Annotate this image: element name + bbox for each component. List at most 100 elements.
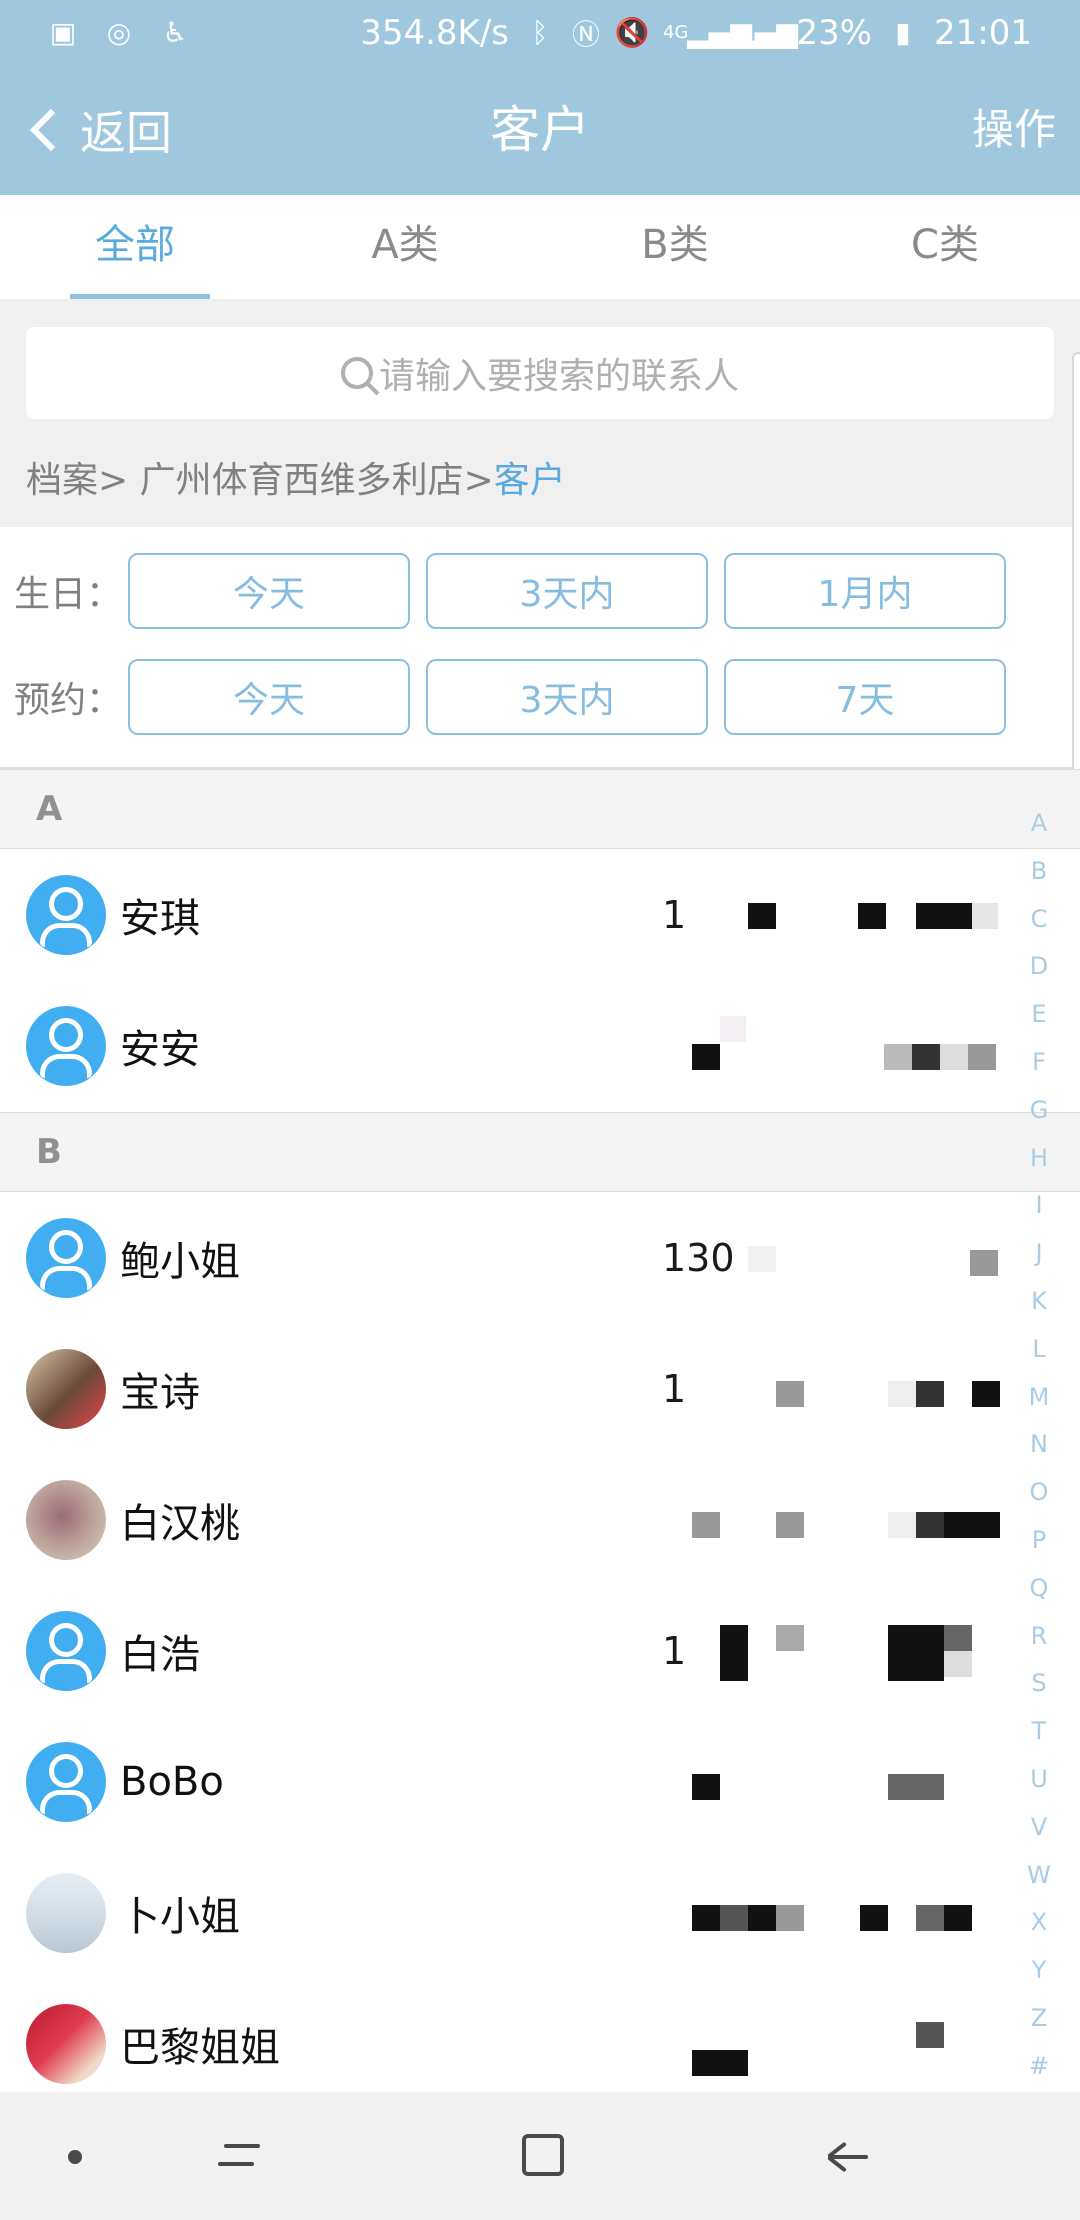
default-user-icon xyxy=(26,874,106,955)
contact-row[interactable]: 白浩 1 xyxy=(0,1585,1020,1716)
index-letter[interactable]: J xyxy=(1035,1230,1042,1278)
index-letter[interactable]: F xyxy=(1032,1039,1046,1087)
index-letter[interactable]: Q xyxy=(1030,1565,1049,1613)
search-area: 请输入要搜索的联系人 档案> 广州体育西维多利店>客户 xyxy=(0,299,1080,527)
breadcrumb: 档案> 广州体育西维多利店>客户 xyxy=(26,451,566,503)
index-letter[interactable]: C xyxy=(1031,896,1048,944)
home-icon[interactable] xyxy=(522,2134,564,2176)
network-type: 4G xyxy=(663,22,689,43)
contact-name: BoBo xyxy=(120,1758,224,1805)
birthday-3days-button[interactable]: 3天内 xyxy=(426,553,708,629)
contact-photo-avatar xyxy=(26,2003,106,2084)
index-letter[interactable]: I xyxy=(1035,1182,1042,1230)
system-nav-bar xyxy=(0,2092,1080,2220)
scrollbar[interactable] xyxy=(1072,352,1080,812)
phone-prefix: 1 xyxy=(662,1629,687,1673)
category-tabs: 全部 A类 B类 C类 xyxy=(0,195,1080,300)
appointment-7days-button[interactable]: 7天 xyxy=(724,659,1006,735)
contact-photo-avatar xyxy=(26,1479,106,1560)
tab-class-a[interactable]: A类 xyxy=(270,195,540,299)
default-user-icon xyxy=(26,1741,106,1822)
action-button[interactable]: 操作 xyxy=(972,95,1056,165)
contact-name: 白浩 xyxy=(120,1631,200,1678)
contact-phone-redacted xyxy=(662,1488,1002,1550)
index-letter[interactable]: L xyxy=(1032,1326,1045,1374)
contact-name: 宝诗 xyxy=(120,1369,200,1416)
contact-photo-avatar xyxy=(26,1872,106,1953)
battery-percent: 23% xyxy=(796,12,873,53)
index-letter[interactable]: E xyxy=(1031,991,1046,1039)
contact-phone-redacted xyxy=(662,2012,1002,2076)
contact-row[interactable]: 鲍小姐 130 xyxy=(0,1192,1020,1323)
tab-class-b[interactable]: B类 xyxy=(540,195,810,299)
gallery-icon: ▣ xyxy=(49,16,77,49)
index-letter[interactable]: T xyxy=(1032,1708,1047,1756)
appointment-label: 预约： xyxy=(14,680,123,721)
recent-apps-icon[interactable] xyxy=(218,2136,262,2176)
phone-prefix: 130 xyxy=(662,1236,735,1280)
birthday-1month-button[interactable]: 1月内 xyxy=(724,553,1006,629)
contact-row[interactable]: 宝诗 1 xyxy=(0,1323,1020,1454)
battery-icon: ▮ xyxy=(895,16,911,49)
planet-icon: ◎ xyxy=(106,16,132,49)
contact-row[interactable]: 巴黎姐姐 xyxy=(0,1978,1020,2109)
alphabet-index[interactable]: A B C D E F G H I J K L M N O P Q R S T … xyxy=(1024,800,1054,2091)
contact-name: 鲍小姐 xyxy=(120,1238,240,1285)
index-letter[interactable]: X xyxy=(1031,1899,1047,1947)
birthday-today-button[interactable]: 今天 xyxy=(128,553,410,629)
accessibility-icon: ♿ xyxy=(162,16,188,49)
phone-prefix: 1 xyxy=(662,893,687,937)
contact-phone-redacted xyxy=(662,1014,1002,1076)
contact-row[interactable]: 安琪 1 xyxy=(0,849,1020,980)
index-letter[interactable]: A xyxy=(1031,800,1047,848)
section-header-b: B xyxy=(0,1112,1080,1192)
contact-row[interactable]: BoBo xyxy=(0,1716,1020,1847)
mute-icon: 🔇 xyxy=(614,16,650,49)
index-letter[interactable]: Y xyxy=(1032,1947,1047,1995)
index-letter[interactable]: V xyxy=(1031,1804,1047,1852)
contact-name: 安安 xyxy=(120,1026,200,1073)
index-letter[interactable]: B xyxy=(1031,848,1047,896)
index-letter[interactable]: M xyxy=(1029,1374,1050,1422)
search-placeholder: 请输入要搜索的联系人 xyxy=(378,356,739,397)
index-letter[interactable]: H xyxy=(1030,1135,1048,1183)
index-letter[interactable]: N xyxy=(1030,1421,1048,1469)
contact-phone-redacted: 1 xyxy=(662,1357,1002,1419)
search-icon xyxy=(340,357,373,389)
default-user-icon xyxy=(26,1610,106,1691)
tab-class-c[interactable]: C类 xyxy=(810,195,1080,299)
nfc-icon: Ⓝ xyxy=(572,17,601,51)
index-letter[interactable]: P xyxy=(1032,1517,1046,1565)
index-letter[interactable]: S xyxy=(1031,1660,1046,1708)
app-bar: 返回 客户 操作 xyxy=(0,65,1080,195)
contact-row[interactable]: 卜小姐 xyxy=(0,1847,1020,1978)
breadcrumb-current: 客户 xyxy=(493,460,566,501)
contact-row[interactable]: 安安 xyxy=(0,980,1020,1111)
contact-row[interactable]: 白汉桃 xyxy=(0,1454,1020,1585)
contact-name: 巴黎姐姐 xyxy=(120,2024,280,2071)
clock: 21:01 xyxy=(934,12,1032,53)
appointment-today-button[interactable]: 今天 xyxy=(128,659,410,735)
contact-name: 白汉桃 xyxy=(120,1500,240,1547)
appointment-3days-button[interactable]: 3天内 xyxy=(426,659,708,735)
filter-panel: 生日： 今天 3天内 1月内 预约： 今天 3天内 7天 xyxy=(0,527,1080,769)
contact-name: 卜小姐 xyxy=(120,1893,240,1940)
index-letter[interactable]: U xyxy=(1030,1756,1048,1804)
phone-prefix: 1 xyxy=(662,1367,687,1411)
back-arrow-icon[interactable] xyxy=(827,2141,868,2173)
contact-phone-redacted: 130 xyxy=(662,1226,1002,1288)
index-letter[interactable]: O xyxy=(1030,1469,1049,1517)
index-letter[interactable]: Z xyxy=(1031,1995,1047,2043)
nav-dot-icon[interactable] xyxy=(68,2150,82,2164)
search-input[interactable]: 请输入要搜索的联系人 xyxy=(26,327,1054,419)
index-letter[interactable]: D xyxy=(1030,943,1048,991)
page-title: 客户 xyxy=(490,101,590,159)
tab-all[interactable]: 全部 xyxy=(0,195,270,299)
breadcrumb-path: 档案> 广州体育西维多利店> xyxy=(26,460,494,501)
index-letter[interactable]: W xyxy=(1027,1852,1051,1900)
index-letter[interactable]: G xyxy=(1030,1087,1049,1135)
index-letter[interactable]: # xyxy=(1029,2043,1049,2091)
index-letter[interactable]: K xyxy=(1031,1278,1047,1326)
birthday-label: 生日： xyxy=(14,574,123,615)
index-letter[interactable]: R xyxy=(1031,1613,1048,1661)
